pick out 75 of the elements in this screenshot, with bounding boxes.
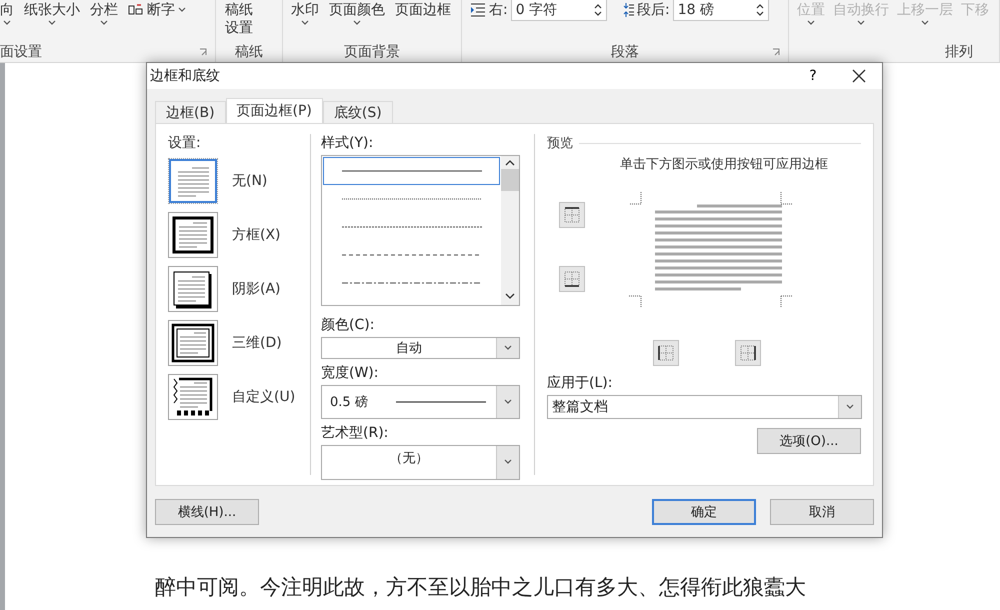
tab[interactable]: 边框(B)	[155, 101, 226, 123]
group-label: 段落	[611, 43, 639, 62]
options-button[interactable]: 选项(O)...	[757, 428, 861, 454]
field-label: 宽度(W):	[321, 364, 380, 382]
ribbon-button[interactable]: 页面颜色	[329, 1, 385, 26]
caret-icon	[48, 20, 56, 26]
group-label: 面设置	[0, 43, 42, 62]
border-top-icon	[562, 205, 582, 225]
caret-icon	[353, 20, 361, 26]
group-label: 页面背景	[343, 43, 401, 62]
window-title: 边框和底纹	[150, 67, 221, 85]
spinner-icon	[594, 2, 602, 18]
section-label: 设置:	[168, 134, 202, 152]
border-right-icon	[738, 343, 758, 363]
group-label: 排列	[944, 43, 974, 62]
caret-icon	[857, 20, 865, 26]
scroll-up-icon	[505, 160, 515, 166]
border-toggle-button[interactable]	[559, 202, 585, 228]
tab[interactable]: 底纹(S)	[322, 101, 393, 123]
ribbon-button[interactable]: 稿纸设置	[224, 1, 254, 37]
spin-field[interactable]: 0 字符	[510, 0, 607, 21]
ribbon-button[interactable]: 页面边框	[395, 1, 451, 19]
caret-icon	[921, 20, 929, 26]
dialog-button[interactable]: 取消	[770, 498, 874, 524]
border-toggle-button[interactable]	[735, 340, 761, 366]
border-setting-option[interactable]: 方框(X)	[168, 208, 306, 262]
caret-icon	[100, 20, 108, 26]
dialog-launcher-icon[interactable]	[199, 48, 207, 56]
tab[interactable]: 页面边框(P)	[226, 98, 323, 123]
field-label: 应用于(L):	[547, 374, 614, 392]
field-label: 样式(Y):	[321, 134, 374, 152]
dropdown-field[interactable]: （无）	[321, 444, 520, 480]
caret-icon	[301, 20, 309, 26]
caret-icon	[178, 7, 186, 13]
field-label: 右:	[489, 1, 508, 19]
border-setting-option[interactable]: 阴影(A)	[168, 262, 306, 316]
field-label: 颜色(C):	[321, 316, 376, 334]
scrollbar[interactable]	[501, 156, 519, 306]
field-label: 艺术型(R):	[321, 424, 390, 442]
preview-hint: 单击下方图示或使用按钮可应用边框	[619, 158, 829, 172]
ribbon-button[interactable]: 水印	[291, 1, 319, 26]
dropdown-field[interactable]: 自动	[321, 337, 520, 360]
border-toggle-button[interactable]	[559, 266, 585, 292]
indent-icon	[470, 2, 486, 18]
ribbon-button[interactable]: 纸张大小	[24, 1, 80, 26]
ribbon-button[interactable]: 断字	[128, 1, 186, 19]
border-setting-option[interactable]: 三维(D)	[168, 316, 306, 370]
ribbon-button[interactable]: 向	[0, 1, 14, 26]
spinner-icon	[756, 2, 764, 18]
border-setting-option[interactable]: 自定义(U)	[168, 370, 306, 424]
line-style-list[interactable]	[321, 155, 520, 306]
border-toggle-button[interactable]	[653, 340, 679, 366]
spin-field[interactable]: 18 磅	[672, 0, 769, 21]
field-label: 段后:	[637, 1, 670, 19]
border-setting-icon	[169, 321, 217, 365]
dialog-button[interactable]: 横线(H)...	[155, 498, 259, 524]
section-label: 预览	[547, 135, 573, 152]
scrollbar-thumb[interactable]	[501, 169, 519, 191]
help-button[interactable]: ?	[790, 63, 836, 89]
line-style-option[interactable]	[323, 157, 500, 185]
document-text: 醉中可阅。今注明此故，方不至以胎中之儿口有多大、怎得衔此狼蠹大	[155, 574, 806, 601]
dropdown-field[interactable]: 整篇文档	[547, 395, 862, 419]
border-bottom-icon	[562, 269, 582, 289]
caret-icon	[3, 20, 11, 26]
border-left-icon	[656, 343, 676, 363]
scroll-down-icon	[505, 293, 515, 300]
border-setting-option[interactable]: 无(N)	[168, 154, 306, 208]
close-icon	[852, 69, 866, 83]
ribbon-button[interactable]: 分栏	[90, 1, 118, 26]
dialog-launcher-icon[interactable]	[772, 48, 780, 56]
hyphenation-icon	[128, 3, 144, 17]
caret-icon	[807, 20, 815, 26]
dropdown-field[interactable]: 0.5 磅	[321, 385, 520, 419]
group-label: 稿纸	[234, 43, 264, 62]
dialog-button[interactable]: 确定	[652, 498, 756, 524]
